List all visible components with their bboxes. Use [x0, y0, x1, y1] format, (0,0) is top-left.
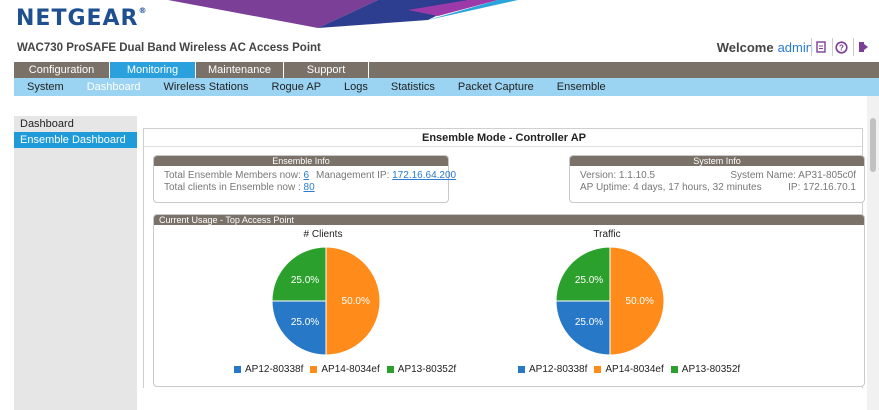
- subtab-statistics[interactable]: Statistics: [391, 81, 435, 93]
- ensemble-info-header: Ensemble Info: [154, 156, 448, 166]
- subtab-rogue-ap[interactable]: Rogue AP: [272, 81, 322, 93]
- sidebar: Dashboard Ensemble Dashboard: [14, 116, 137, 410]
- scrollbar-thumb[interactable]: [870, 118, 876, 172]
- traffic-chart-legend: AP12-80338f AP14-8034ef AP13-80352f: [518, 364, 740, 375]
- clients-pie-chart: 50.0% 25.0% 25.0%: [271, 246, 381, 356]
- system-info-card: System Info Version: 1.1.10.5 System Nam…: [569, 155, 865, 203]
- tab-monitoring[interactable]: Monitoring: [110, 62, 196, 78]
- legend-label: AP12-80338f: [529, 364, 588, 375]
- mgmt-ip-row: Management IP: 172.16.64.200: [316, 170, 456, 181]
- pie-label-AP12-80338f: 25.0%: [291, 317, 319, 328]
- page-scrollbar[interactable]: [867, 96, 879, 410]
- legend-swatch: [518, 366, 525, 373]
- mgmt-ip-link[interactable]: 172.16.64.200: [392, 170, 456, 181]
- system-name-text: System Name: AP31-805c0f: [730, 170, 856, 181]
- subtab-logs[interactable]: Logs: [344, 81, 368, 93]
- pie-label-AP13-80352f: 25.0%: [575, 275, 603, 286]
- sidebar-item-dashboard[interactable]: Dashboard: [14, 116, 137, 132]
- legend-label: AP14-8034ef: [605, 364, 664, 375]
- members-link[interactable]: 6: [304, 170, 310, 181]
- help-icon[interactable]: ?: [832, 38, 850, 56]
- legend-swatch: [386, 366, 394, 373]
- members-row: Total Ensemble Members now: 6: [164, 170, 309, 181]
- subtab-wireless-stations[interactable]: Wireless Stations: [164, 81, 249, 93]
- pie-label-AP13-80352f: 25.0%: [291, 275, 319, 286]
- product-name: WAC730 ProSAFE Dual Band Wireless AC Acc…: [17, 42, 321, 54]
- ensemble-info-card: Ensemble Info Total Ensemble Members now…: [153, 155, 456, 203]
- clients-chart-title: # Clients: [303, 229, 343, 240]
- subtab-packet-capture[interactable]: Packet Capture: [458, 81, 534, 93]
- pie-label-AP14-8034ef: 50.0%: [626, 296, 654, 307]
- system-info-header: System Info: [570, 156, 864, 166]
- version-text: Version: 1.1.10.5: [580, 170, 656, 181]
- tab-support[interactable]: Support: [284, 62, 369, 78]
- legend-swatch: [234, 366, 241, 373]
- tab-maintenance[interactable]: Maintenance: [196, 62, 284, 78]
- clients-link[interactable]: 80: [304, 182, 315, 193]
- legend-item-AP14-8034ef: AP14-8034ef: [310, 364, 380, 375]
- document-icon[interactable]: [811, 38, 829, 56]
- legend-swatch: [670, 366, 678, 373]
- title-divider: [144, 146, 862, 147]
- current-usage-header: Current Usage - Top Access Point: [154, 215, 864, 225]
- legend-item-AP13-80352f: AP13-80352f: [670, 364, 741, 375]
- legend-label: AP13-80352f: [397, 364, 457, 375]
- ip-text: IP: 172.16.70.1: [788, 182, 856, 193]
- banner-graphic: [168, 0, 518, 28]
- traffic-chart-title: Traffic: [593, 229, 621, 240]
- legend-label: AP14-8034ef: [321, 364, 380, 375]
- legend-swatch: [310, 366, 318, 373]
- subtab-dashboard[interactable]: Dashboard: [87, 81, 141, 93]
- page-title: Ensemble Mode - Controller AP: [421, 132, 586, 144]
- main-tabs: Configuration Monitoring Maintenance Sup…: [14, 62, 879, 78]
- uptime-text: AP Uptime: 4 days, 17 hours, 32 minutes: [580, 182, 762, 193]
- legend-item-AP12-80338f: AP12-80338f: [518, 364, 587, 375]
- user-link[interactable]: admin: [778, 40, 813, 55]
- subtab-ensemble[interactable]: Ensemble: [557, 81, 606, 93]
- tab-configuration[interactable]: Configuration: [14, 62, 110, 78]
- logout-icon[interactable]: [853, 38, 871, 56]
- subtab-system[interactable]: System: [27, 81, 64, 93]
- clients-row: Total clients in Ensemble now : 80: [164, 182, 315, 193]
- main-panel: Ensemble Mode - Controller AP Ensemble I…: [143, 128, 865, 388]
- welcome-text: Welcome admin: [716, 40, 813, 55]
- clients-label: Total clients in Ensemble now :: [164, 182, 301, 193]
- traffic-pie-chart: 50.0% 25.0% 25.0%: [555, 246, 665, 356]
- clients-chart-legend: AP12-80338f AP14-8034ef AP13-80352f: [234, 364, 456, 375]
- mgmt-ip-label: Management IP:: [316, 170, 390, 181]
- legend-item-AP12-80338f: AP12-80338f: [234, 364, 303, 375]
- netgear-logo: NETGEAR®: [16, 6, 148, 31]
- current-usage-card: Current Usage - Top Access Point # Clien…: [153, 214, 865, 387]
- legend-label: AP13-80352f: [681, 364, 741, 375]
- legend-item-AP13-80352f: AP13-80352f: [386, 364, 457, 375]
- pie-label-AP12-80338f: 25.0%: [575, 317, 603, 328]
- header-icons: ?: [811, 38, 871, 56]
- legend-swatch: [594, 366, 602, 373]
- pie-label-AP14-8034ef: 50.0%: [342, 296, 370, 307]
- legend-label: AP12-80338f: [245, 364, 304, 375]
- sub-tabs: System Dashboard Wireless Stations Rogue…: [14, 78, 879, 96]
- header: NETGEAR® WAC730 ProSAFE Dual Band Wirele…: [0, 0, 879, 60]
- svg-text:?: ?: [839, 43, 844, 52]
- members-label: Total Ensemble Members now:: [164, 170, 301, 181]
- sidebar-item-ensemble-dashboard[interactable]: Ensemble Dashboard: [14, 132, 137, 148]
- legend-item-AP14-8034ef: AP14-8034ef: [594, 364, 664, 375]
